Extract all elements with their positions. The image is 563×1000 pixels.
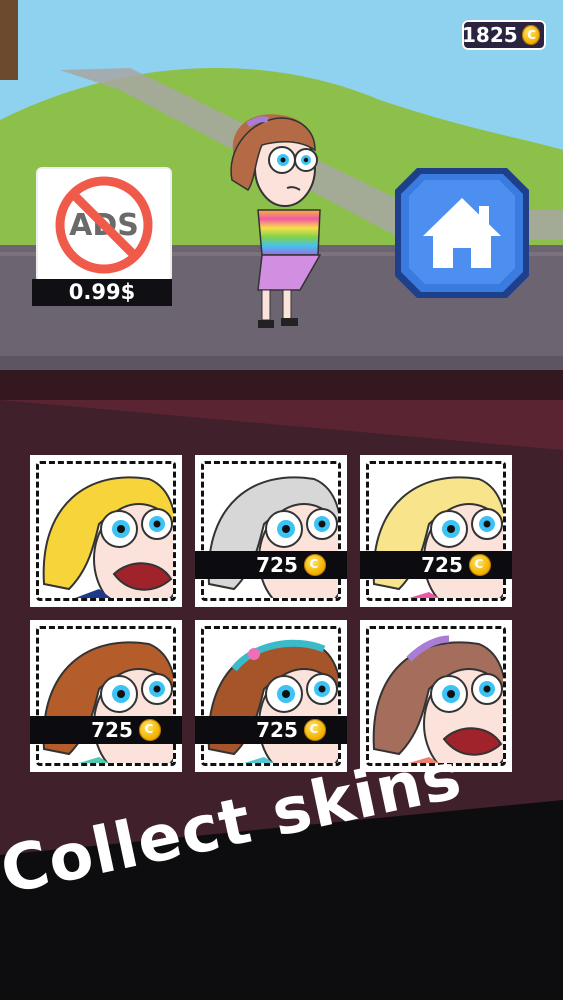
skin-price: 725: [421, 553, 463, 577]
skin-card[interactable]: [30, 455, 182, 607]
skin-card[interactable]: 725: [360, 455, 512, 607]
character-face-icon: [204, 464, 338, 598]
remove-ads-button[interactable]: ADS: [36, 167, 172, 283]
ads-price: 0.99$: [32, 279, 172, 306]
skin-price: 725: [256, 553, 298, 577]
skin-card[interactable]: 725: [195, 455, 347, 607]
skin-portrait: [366, 461, 506, 601]
skin-portrait: [36, 461, 176, 601]
coin-icon: [468, 554, 491, 576]
skin-portrait: [201, 461, 341, 601]
skin-price-tag: 725: [195, 551, 347, 579]
character-face-icon: [39, 464, 173, 598]
skin-price: 725: [256, 718, 298, 742]
coin-icon: [303, 554, 326, 576]
coin-icon: [521, 25, 542, 45]
skin-portrait: [201, 626, 341, 766]
skin-portrait: [36, 626, 176, 766]
coin-icon: [303, 719, 326, 741]
skin-price: 725: [91, 718, 133, 742]
coin-count: 1825: [462, 23, 518, 47]
skin-price-tag: 725: [195, 716, 347, 744]
skin-card[interactable]: 725: [30, 620, 182, 772]
coin-icon: [138, 719, 161, 741]
character-face-icon: [369, 464, 503, 598]
skin-price-tag: 725: [30, 716, 182, 744]
home-button[interactable]: [395, 168, 529, 298]
character-face-icon: [204, 629, 338, 763]
skin-card[interactable]: 725: [195, 620, 347, 772]
no-ads-icon: ADS: [55, 176, 153, 274]
home-icon: [395, 168, 529, 298]
coin-counter: 1825: [462, 20, 546, 50]
skin-price-tag: 725: [360, 551, 512, 579]
character-face-icon: [39, 629, 173, 763]
